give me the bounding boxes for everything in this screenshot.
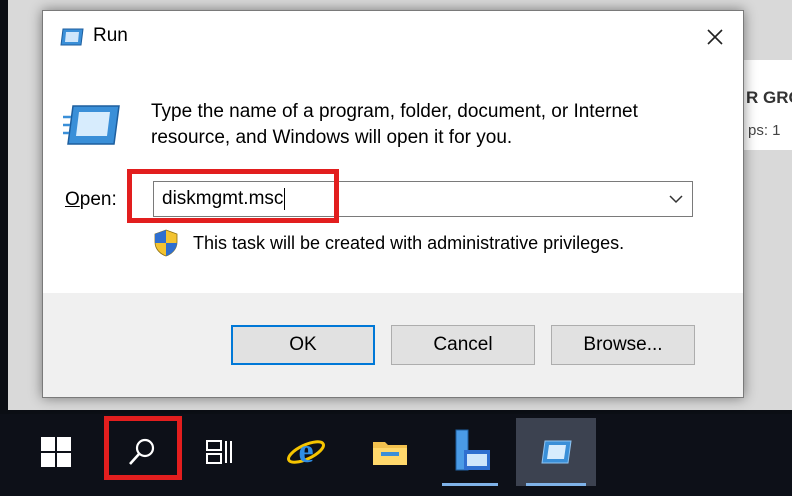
task-view-button[interactable] bbox=[182, 418, 258, 486]
start-button[interactable] bbox=[18, 418, 94, 486]
search-button[interactable] bbox=[104, 418, 180, 486]
running-indicator bbox=[442, 483, 498, 486]
search-icon bbox=[129, 438, 155, 465]
run-large-icon bbox=[63, 103, 123, 152]
button-bar: OK Cancel Browse... bbox=[43, 293, 743, 397]
dropdown-button[interactable] bbox=[664, 186, 688, 212]
internet-explorer-button[interactable]: e bbox=[268, 418, 344, 486]
windows-logo-icon bbox=[41, 437, 71, 467]
background-heading: R GRO bbox=[746, 88, 792, 107]
dialog-title: Run bbox=[93, 25, 128, 46]
open-combobox[interactable]: diskmgmt.msc bbox=[153, 181, 693, 217]
task-view-icon bbox=[206, 440, 232, 464]
open-label-accelerator: O bbox=[65, 189, 80, 210]
run-taskbar-button[interactable] bbox=[516, 418, 596, 486]
folder-icon bbox=[373, 442, 407, 465]
run-icon bbox=[59, 27, 85, 52]
title-bar[interactable]: Run bbox=[43, 11, 743, 63]
uac-shield-icon bbox=[153, 229, 179, 262]
svg-text:e: e bbox=[298, 433, 313, 470]
open-input[interactable]: diskmgmt.msc bbox=[162, 188, 286, 210]
open-label: Open: bbox=[65, 189, 117, 211]
chevron-down-icon bbox=[669, 195, 683, 204]
active-indicator bbox=[526, 483, 586, 486]
close-button[interactable] bbox=[693, 17, 737, 57]
admin-privilege-note: This task will be created with administr… bbox=[193, 233, 625, 253]
dialog-message: Type the name of a program, folder, docu… bbox=[151, 101, 638, 148]
text-cursor bbox=[284, 188, 286, 210]
file-explorer-button[interactable] bbox=[352, 418, 428, 486]
run-dialog: Run Type the name of a program, folder, … bbox=[42, 10, 744, 398]
run-icon bbox=[541, 440, 572, 464]
browse-button[interactable]: Browse... bbox=[551, 325, 695, 365]
ok-button[interactable]: OK bbox=[231, 325, 375, 365]
taskbar: e bbox=[0, 414, 792, 496]
cancel-button[interactable]: Cancel bbox=[391, 325, 535, 365]
close-icon bbox=[707, 29, 723, 45]
server-manager-button[interactable] bbox=[432, 418, 508, 486]
server-manager-icon bbox=[455, 429, 490, 471]
internet-explorer-icon: e bbox=[287, 433, 325, 470]
open-input-value: diskmgmt.msc bbox=[162, 188, 284, 210]
open-label-text: pen: bbox=[79, 189, 117, 210]
background-detail: ps: 1 bbox=[748, 122, 781, 139]
